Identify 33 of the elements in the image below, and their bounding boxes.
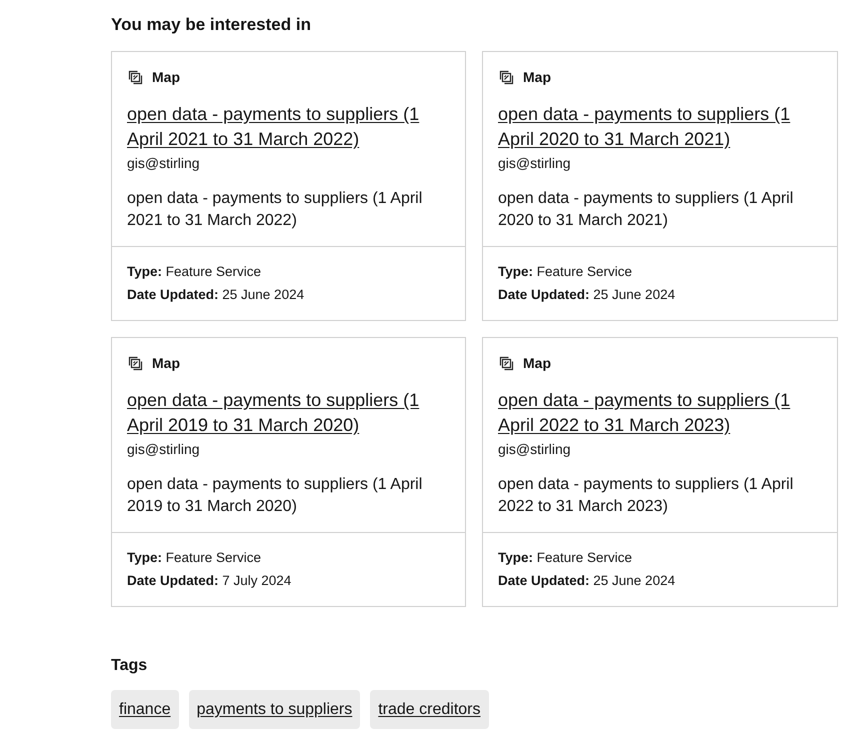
item-title-link[interactable]: open data - payments to suppliers (1 April 2020 to 31 March 2021) xyxy=(498,102,822,152)
item-owner: gis@stirling xyxy=(498,440,572,458)
item-title-link[interactable]: open data - payments to suppliers (1 April 2019 to 31 March 2020) xyxy=(127,388,450,438)
item-type: Type: Feature Service xyxy=(498,549,634,567)
item-title-link[interactable]: open data - payments to suppliers (1 April 2021 to 31 March 2022) xyxy=(127,102,450,152)
item-type: Type: Feature Service xyxy=(498,263,634,281)
item-kind: Map xyxy=(152,355,180,371)
item-type: Type: Feature Service xyxy=(127,549,262,567)
item-owner: gis@stirling xyxy=(127,440,201,458)
item-type: Type: Feature Service xyxy=(127,263,262,281)
tag-link[interactable]: payments to suppliers xyxy=(188,690,360,729)
layers-icon xyxy=(498,355,514,371)
item-date-updated: Date Updated: 7 July 2024 xyxy=(127,572,292,590)
item-owner: gis@stirling xyxy=(498,154,572,172)
item-owner: gis@stirling xyxy=(127,154,201,172)
section-heading: You may be interested in xyxy=(111,14,312,36)
item-kind: Map xyxy=(523,69,551,85)
tags-heading: Tags xyxy=(111,656,148,676)
item-description: open data - payments to suppliers (1 April 2020 to 31 March 2021) xyxy=(498,189,794,231)
item-description: open data - payments to suppliers (1 April 2022 to 31 March 2023) xyxy=(498,475,794,517)
item-title-link[interactable]: open data - payments to suppliers (1 April 2022 to 31 March 2023) xyxy=(498,388,822,438)
item-description: open data - payments to suppliers (1 April 2019 to 31 March 2020) xyxy=(127,475,424,517)
tag-link[interactable]: trade creditors xyxy=(370,690,488,729)
layers-icon xyxy=(127,69,143,85)
item-description: open data - payments to suppliers (1 April 2021 to 31 March 2022) xyxy=(127,189,424,231)
item-kind: Map xyxy=(152,69,180,85)
item-date-updated: Date Updated: 25 June 2024 xyxy=(127,286,306,304)
item-date-updated: Date Updated: 25 June 2024 xyxy=(498,286,676,304)
layers-icon xyxy=(127,355,143,371)
item-date-updated: Date Updated: 25 June 2024 xyxy=(498,572,676,590)
layers-icon xyxy=(498,69,514,85)
item-kind: Map xyxy=(523,355,551,371)
tag-link[interactable]: finance xyxy=(111,690,179,729)
